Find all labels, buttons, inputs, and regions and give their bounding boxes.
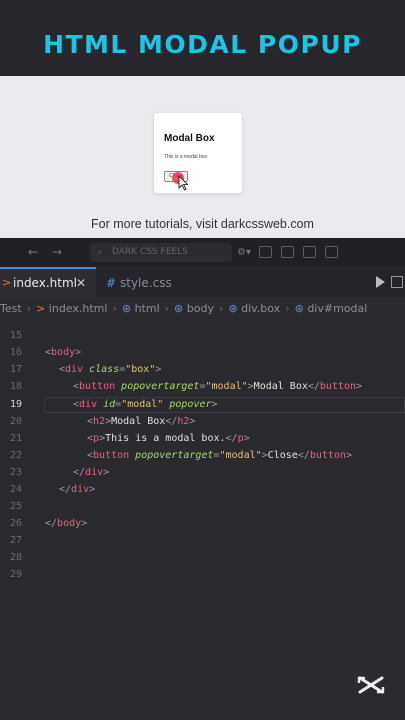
line-number: 20 [9, 416, 22, 427]
breadcrumb-div-modal[interactable]: div#modal [307, 297, 367, 321]
code-line: 20 <h2>Modal Box</h2> [0, 413, 405, 430]
chevron-right-icon: › [164, 302, 170, 315]
capcut-logo-icon [357, 676, 385, 694]
breadcrumb-file[interactable]: index.html [49, 297, 108, 321]
tab-style-css[interactable]: # style.css [96, 267, 186, 297]
line-number: 21 [9, 433, 22, 444]
element-icon: ⊛ [174, 302, 184, 315]
tab-label: style.css [120, 276, 172, 290]
code-line: 19 <div id="modal" popover> [0, 396, 405, 413]
line-number: 16 [9, 347, 22, 358]
element-icon: ⊛ [121, 302, 132, 315]
line-number: 17 [9, 364, 22, 375]
line-number: 28 [9, 552, 22, 563]
line-number: 19 [9, 399, 22, 410]
code-line: 22 <button popovertarget="modal">Close</b… [0, 447, 405, 464]
breadcrumb: Test › > index.html › ⊛ html › ⊛ body › ⊛ div.bo… [0, 297, 405, 321]
element-icon: ⊛ [228, 302, 238, 315]
tab-label: index.html [13, 276, 77, 290]
browser-preview: Modal Box This is a modal box. Close For… [0, 76, 405, 238]
code-line: 21 <p>This is a modal box.</p> [0, 430, 405, 447]
code-line: 16 <body> [0, 344, 405, 361]
layout-secondary-sidebar-icon[interactable] [303, 246, 316, 258]
code-line: 27 [0, 532, 405, 549]
chevron-right-icon: › [285, 302, 290, 315]
chevron-right-icon: › [218, 302, 224, 315]
line-number: 18 [9, 381, 22, 392]
code-line: 24 </div> [0, 481, 405, 498]
chevron-right-icon: › [112, 302, 117, 315]
forward-arrow-icon[interactable]: → [52, 245, 62, 259]
tab-index-html[interactable]: > index.html ✕ [0, 267, 96, 297]
breadcrumb-html[interactable]: html [135, 297, 160, 321]
editor-titlebar: ← → ⌕ DARK CSS FEELS ⚙▾ [0, 238, 405, 267]
code-line: 23 </div> [0, 464, 405, 481]
line-number: 26 [9, 518, 22, 529]
code-line: 29 [0, 566, 405, 583]
layout-primary-sidebar-icon[interactable] [259, 246, 272, 258]
banner-title: HTML MODAL POPUP [43, 30, 362, 59]
search-icon: ⌕ [97, 247, 103, 258]
copilot-dropdown-icon[interactable]: ⚙▾ [237, 247, 251, 258]
line-number: 23 [9, 467, 22, 478]
split-editor-icon[interactable] [391, 276, 403, 288]
html-file-icon: > [2, 276, 12, 289]
modal-text: This is a modal box. [164, 154, 209, 160]
breadcrumb-body[interactable]: body [187, 297, 214, 321]
element-icon: ⊛ [294, 302, 304, 315]
modal-card: Modal Box This is a modal box. Close [154, 113, 242, 193]
command-center-search[interactable]: ⌕ DARK CSS FEELS [90, 243, 232, 262]
breadcrumb-folder[interactable]: Test [0, 297, 22, 321]
code-line: 28 [0, 549, 405, 566]
pointer-cursor-icon [172, 172, 188, 191]
code-line: 17 <div class="box"> [0, 361, 405, 378]
command-center-label: DARK CSS FEELS [112, 247, 188, 257]
tutorial-note: For more tutorials, visit darkcssweb.com [91, 217, 314, 231]
code-line: 18 <button popovertarget="modal">Modal Bo… [0, 378, 405, 395]
breadcrumb-div-box[interactable]: div.box [241, 297, 280, 321]
code-editor[interactable]: 15 16 <body> 17 <div class="box"> 18 <butto… [0, 327, 405, 587]
code-line: 15 [0, 327, 405, 344]
line-number: 29 [9, 569, 22, 580]
chevron-right-icon: › [26, 302, 32, 315]
customize-layout-icon[interactable] [325, 246, 338, 258]
run-icon[interactable] [376, 276, 385, 288]
close-tab-icon[interactable]: ✕ [76, 267, 86, 299]
line-number: 25 [9, 501, 22, 512]
line-number: 24 [9, 484, 22, 495]
line-number: 27 [9, 535, 22, 546]
line-number: 15 [9, 330, 22, 341]
modal-title: Modal Box [164, 133, 215, 144]
code-line: 25 [0, 498, 405, 515]
line-number: 22 [9, 450, 22, 461]
html-file-icon: > [36, 302, 46, 315]
css-file-icon: # [106, 276, 117, 290]
editor-tabs: > index.html ✕ # style.css [0, 267, 405, 297]
layout-panel-icon[interactable] [281, 246, 294, 258]
back-arrow-icon[interactable]: ← [28, 245, 38, 259]
title-banner: HTML MODAL POPUP [0, 0, 405, 76]
code-line: 26 </body> [0, 515, 405, 532]
